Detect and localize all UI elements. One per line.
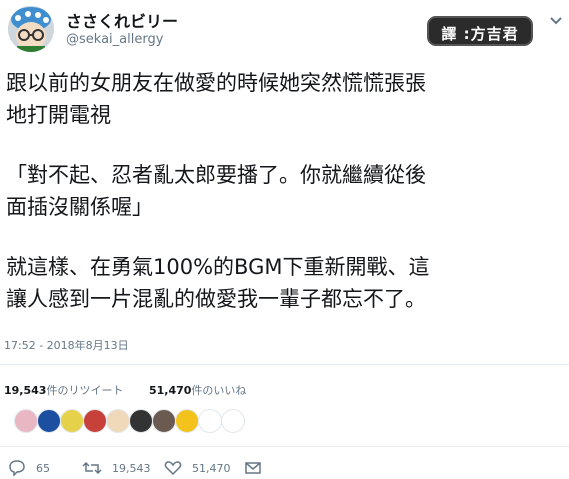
avatar[interactable]: [8, 6, 54, 52]
tweet-line-5: 就這樣、在勇氣100%的BGM下重新開戰、這: [6, 255, 430, 279]
mail-icon: [245, 462, 261, 474]
retweet-stat-label: 件のリツイート: [46, 384, 124, 397]
retweet-button[interactable]: 19,543: [82, 458, 151, 478]
liker-avatar-4[interactable]: [83, 409, 107, 433]
liker-avatar-2[interactable]: [37, 409, 61, 433]
liker-avatar-10[interactable]: [221, 409, 245, 433]
tweet-line-3: 「對不起、忍者亂太郎要播了。你就繼續從後: [6, 163, 426, 187]
liker-avatar-9[interactable]: [198, 409, 222, 433]
tweet-timestamp[interactable]: 17:52 - 2018年8月13日: [4, 337, 129, 353]
like-stat-count: 51,470: [148, 384, 192, 397]
chevron-down-icon[interactable]: [548, 12, 564, 28]
avatar-illustration: [8, 6, 54, 52]
reply-button[interactable]: 65: [8, 458, 50, 478]
tweet-actions: 65 19,543 51,470: [0, 458, 569, 478]
liker-avatar-6[interactable]: [129, 409, 153, 433]
tweet-line-6: 讓人感到一片混亂的做愛我一輩子都忘不了。: [6, 287, 426, 311]
tweet-line-1: 跟以前的女朋友在做愛的時候她突然慌慌張張: [6, 71, 426, 95]
liker-avatar-5[interactable]: [106, 409, 130, 433]
tweet-line-2: 地打開電視: [6, 103, 111, 127]
like-count: 51,470: [192, 461, 231, 475]
like-stat[interactable]: 51,470件のいいね: [149, 384, 246, 397]
retweet-stat[interactable]: 19,543件のリツイート: [4, 384, 123, 397]
user-handle[interactable]: @sekai_allergy: [66, 32, 163, 47]
retweet-count: 19,543: [112, 461, 151, 475]
like-button[interactable]: 51,470: [164, 458, 231, 478]
liker-avatar-7[interactable]: [152, 409, 176, 433]
direct-message-button[interactable]: [244, 458, 272, 478]
liker-avatar-3[interactable]: [60, 409, 84, 433]
translator-badge-text: 譯 :方吉君: [441, 25, 519, 43]
tweet-line-4: 面插沒關係喔」: [6, 195, 153, 219]
engagement-stats: 19,543件のリツイート 51,470件のいいね: [4, 382, 268, 398]
reply-icon: [9, 460, 25, 476]
heart-icon: [164, 461, 182, 476]
liker-avatar-1[interactable]: [14, 409, 38, 433]
retweet-stat-count: 19,543: [4, 384, 47, 397]
liker-avatar-8[interactable]: [175, 409, 199, 433]
display-name[interactable]: ささくれビリー: [66, 8, 178, 32]
reply-count: 65: [36, 461, 50, 475]
translator-badge: 譯 :方吉君: [427, 16, 533, 46]
tweet-header: ささくれビリー @sekai_allergy 譯 :方吉君: [0, 0, 569, 62]
retweet-icon: [82, 461, 102, 475]
tweet-text: 跟以前的女朋友在做愛的時候她突然慌慌張張 地打開電視 「對不起、忍者亂太郎要播了…: [0, 67, 569, 315]
like-stat-label: 件のいいね: [191, 384, 247, 397]
divider: [0, 446, 569, 447]
divider: [0, 364, 569, 365]
